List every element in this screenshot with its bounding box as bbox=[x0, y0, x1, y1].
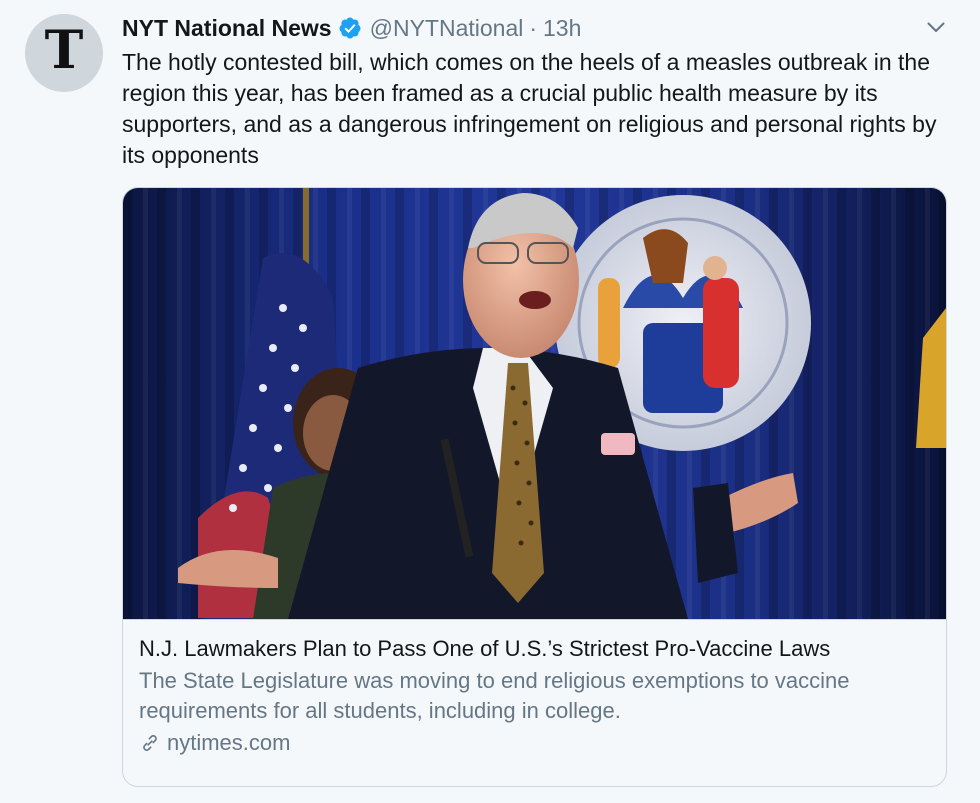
separator-dot: · bbox=[529, 14, 538, 41]
link-icon bbox=[143, 735, 157, 751]
press-conference-photo bbox=[123, 188, 946, 619]
verified-badge-icon bbox=[339, 17, 361, 39]
link-preview-card[interactable]: N.J. Lawmakers Plan to Pass One of U.S.’… bbox=[122, 187, 947, 787]
display-name[interactable]: NYT National News bbox=[122, 15, 332, 42]
card-domain-text[interactable]: nytimes.com bbox=[167, 730, 290, 756]
card-body[interactable]: N.J. Lawmakers Plan to Pass One of U.S.’… bbox=[139, 634, 929, 756]
card-image[interactable] bbox=[123, 188, 946, 620]
avatar[interactable]: T bbox=[25, 14, 103, 92]
tweet-text: The hotly contested bill, which comes on… bbox=[122, 49, 937, 168]
chevron-down-icon bbox=[927, 22, 945, 32]
tweet-header: NYT National News @NYTNational · 13h bbox=[122, 12, 581, 44]
more-options-button[interactable] bbox=[925, 18, 947, 36]
nyt-logo-letter: T bbox=[44, 20, 84, 81]
card-description: The State Legislature was moving to end … bbox=[139, 668, 850, 723]
timestamp[interactable]: 13h bbox=[543, 15, 581, 42]
card-domain[interactable]: nytimes.com bbox=[139, 730, 929, 756]
tweet[interactable]: T NYT National News @NYTNational · 13h T… bbox=[0, 0, 980, 803]
handle[interactable]: @NYTNational bbox=[370, 15, 524, 42]
card-title[interactable]: N.J. Lawmakers Plan to Pass One of U.S.’… bbox=[139, 634, 929, 664]
